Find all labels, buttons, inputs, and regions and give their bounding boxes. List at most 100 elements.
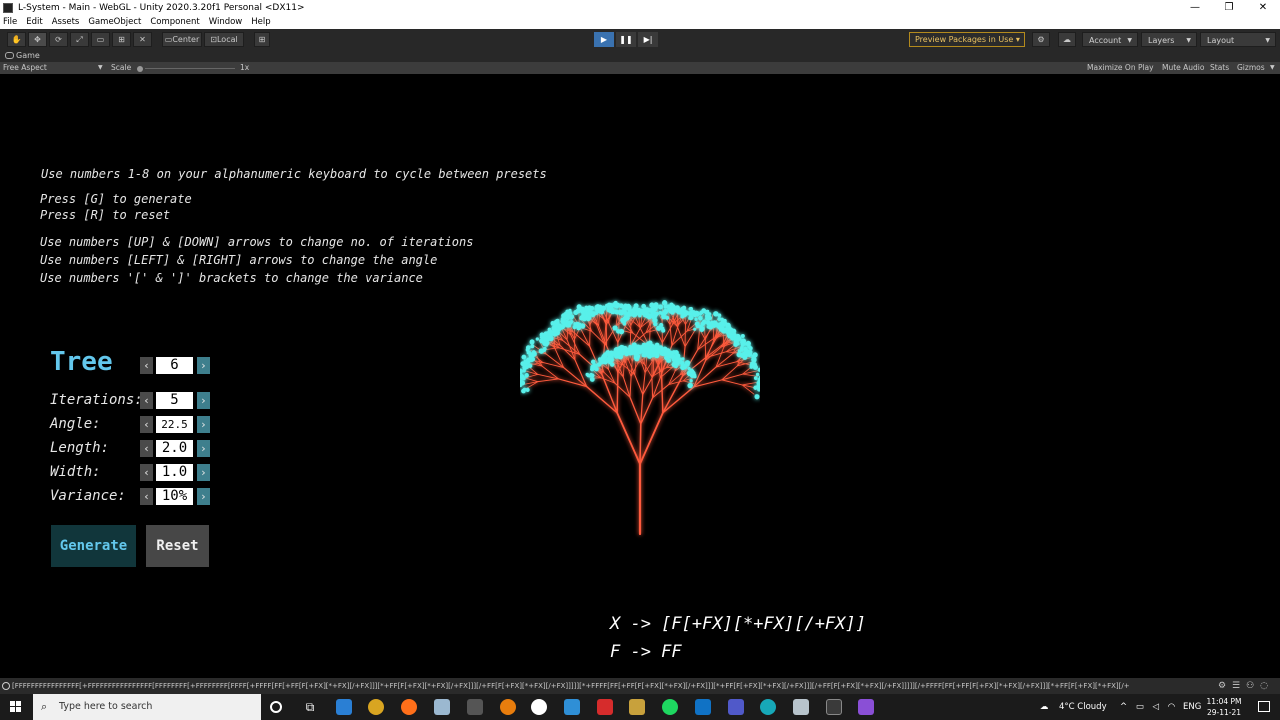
cloud-icon[interactable]: ☁ xyxy=(1058,32,1076,47)
mute-audio-toggle[interactable]: Mute Audio xyxy=(1162,62,1204,74)
variance-increase-button[interactable]: › xyxy=(197,488,210,505)
rect-tool-icon[interactable]: ▭ xyxy=(91,32,110,47)
account-dropdown[interactable]: Account ▼ xyxy=(1082,32,1138,47)
menu-window[interactable]: Window xyxy=(209,17,243,27)
chevron-down-icon: ▼ xyxy=(98,64,103,71)
length-increase-button[interactable]: › xyxy=(197,440,210,457)
layers-dropdown[interactable]: Layers ▼ xyxy=(1141,32,1197,47)
task-view-icon[interactable]: ⧉ xyxy=(302,699,318,715)
tree-leaf xyxy=(542,341,547,346)
game-view-toolbar: Free Aspect ▼ Scale 1x Maximize On Play … xyxy=(0,62,1280,74)
iterations-decrease-button[interactable]: ‹ xyxy=(140,392,153,409)
gizmos-dropdown[interactable]: Gizmos xyxy=(1237,62,1265,74)
tree-leaf xyxy=(689,379,693,383)
taskbar-search-box[interactable]: ⌕ Type here to search xyxy=(33,694,261,720)
preset-number-field[interactable]: 6 xyxy=(156,357,193,374)
width-field[interactable]: 1.0 xyxy=(156,464,193,481)
tree-leaf xyxy=(753,385,758,390)
angle-decrease-button[interactable]: ‹ xyxy=(140,416,153,433)
outlook-icon[interactable] xyxy=(695,699,711,715)
language-indicator[interactable]: ENG xyxy=(1183,694,1201,720)
width-increase-button[interactable]: › xyxy=(197,464,210,481)
app-icon-4[interactable] xyxy=(597,699,613,715)
teams-icon[interactable] xyxy=(728,699,744,715)
tree-branch-segment xyxy=(639,423,642,465)
file-explorer-icon[interactable] xyxy=(434,699,450,715)
menu-gameobject[interactable]: GameObject xyxy=(88,17,141,27)
tree-leaf xyxy=(589,372,594,378)
pause-button-icon[interactable]: ❚❚ xyxy=(616,32,636,47)
angle-increase-button[interactable]: › xyxy=(197,416,210,433)
iterations-field[interactable]: 5 xyxy=(156,392,193,409)
scale-tool-icon[interactable]: ⤢ xyxy=(70,32,89,47)
grid-snap-icon[interactable]: ⊞ xyxy=(254,32,270,47)
hand-tool-icon[interactable]: ✋ xyxy=(7,32,26,47)
iterations-increase-button[interactable]: › xyxy=(197,392,210,409)
transform-tool-icon[interactable]: ⊞ xyxy=(112,32,131,47)
spotify-icon[interactable] xyxy=(662,699,678,715)
length-decrease-button[interactable]: ‹ xyxy=(140,440,153,457)
custom-tool-icon[interactable]: ✕ xyxy=(133,32,152,47)
visual-studio-icon[interactable] xyxy=(858,699,874,715)
app-icon-1[interactable] xyxy=(336,699,352,715)
taskbar-clock[interactable]: 11:04 PM 29-11-21 xyxy=(1204,696,1244,718)
width-decrease-button[interactable]: ‹ xyxy=(140,464,153,481)
pivot-local-button[interactable]: ⊡Local xyxy=(204,32,244,47)
preset-prev-button[interactable]: ‹ xyxy=(140,357,153,374)
pivot-center-button[interactable]: ▭Center xyxy=(162,32,202,47)
generate-button[interactable]: Generate xyxy=(51,525,136,567)
system-tray-icons[interactable]: ^ ▭ ◁ ◠ xyxy=(1120,694,1178,720)
scale-slider-handle[interactable] xyxy=(137,66,143,72)
weather-text[interactable]: 4°C Cloudy xyxy=(1059,694,1107,720)
tree-branch-segment xyxy=(603,371,616,384)
menu-component[interactable]: Component xyxy=(150,17,199,27)
variance-field[interactable]: 10% xyxy=(156,488,193,505)
app-icon-2[interactable] xyxy=(467,699,483,715)
move-tool-icon[interactable]: ✥ xyxy=(28,32,47,47)
collab-gear-icon[interactable]: ⚙ xyxy=(1032,32,1050,47)
angle-field[interactable]: 22.5 xyxy=(156,416,193,433)
rotate-tool-icon[interactable]: ⟳ xyxy=(49,32,68,47)
width-label: Width: xyxy=(50,464,101,480)
cortana-icon[interactable] xyxy=(270,701,282,713)
tree-branch-segment xyxy=(668,370,676,385)
menu-edit[interactable]: Edit xyxy=(26,17,42,27)
layout-dropdown[interactable]: Layout ▼ xyxy=(1200,32,1276,47)
app-icon-5[interactable] xyxy=(629,699,645,715)
windows-start-icon[interactable] xyxy=(10,701,22,713)
scale-slider-track[interactable] xyxy=(145,68,235,69)
blender-icon[interactable] xyxy=(500,699,516,715)
maximize-on-play-toggle[interactable]: Maximize On Play xyxy=(1087,62,1154,74)
menu-help[interactable]: Help xyxy=(251,17,270,27)
unreal-icon[interactable] xyxy=(531,699,547,715)
reset-button[interactable]: Reset xyxy=(146,525,209,567)
step-button-icon[interactable]: ▶| xyxy=(638,32,658,47)
notification-icon[interactable] xyxy=(1258,701,1270,712)
game-view[interactable]: Use numbers 1-8 on your alphanumeric key… xyxy=(0,74,1280,678)
tree-leaf xyxy=(523,359,528,363)
aspect-dropdown[interactable]: Free Aspect xyxy=(3,62,47,74)
tree-leaf xyxy=(548,335,554,341)
menu-file[interactable]: File xyxy=(3,17,17,27)
firefox-icon[interactable] xyxy=(401,699,417,715)
variance-decrease-button[interactable]: ‹ xyxy=(140,488,153,505)
app-icon-6[interactable] xyxy=(793,699,809,715)
preview-packages-dropdown[interactable]: Preview Packages in Use ▾ xyxy=(909,32,1025,47)
console-last-message: [FFFFFFFFFFFFFFFF[+FFFFFFFFFFFFFFFF[FFFF… xyxy=(12,682,1130,690)
chrome-icon[interactable] xyxy=(368,699,384,715)
length-field[interactable]: 2.0 xyxy=(156,440,193,457)
minimize-button[interactable]: — xyxy=(1178,0,1212,15)
weather-icon[interactable]: ☁ xyxy=(1040,694,1049,720)
restore-button[interactable]: ❐ xyxy=(1212,0,1246,15)
game-tab[interactable]: Game xyxy=(0,49,1280,62)
stats-toggle[interactable]: Stats xyxy=(1210,62,1229,74)
console-status-bar[interactable]: [FFFFFFFFFFFFFFFF[+FFFFFFFFFFFFFFFF[FFFF… xyxy=(0,678,1280,694)
tree-branch-segment xyxy=(722,331,725,348)
edge-icon[interactable] xyxy=(760,699,776,715)
play-button-icon[interactable]: ▶ xyxy=(594,32,614,47)
preset-next-button[interactable]: › xyxy=(197,357,210,374)
menu-assets[interactable]: Assets xyxy=(52,17,80,27)
app-icon-3[interactable] xyxy=(564,699,580,715)
unity-taskbar-icon[interactable] xyxy=(826,699,842,715)
close-button[interactable]: ✕ xyxy=(1246,0,1280,15)
